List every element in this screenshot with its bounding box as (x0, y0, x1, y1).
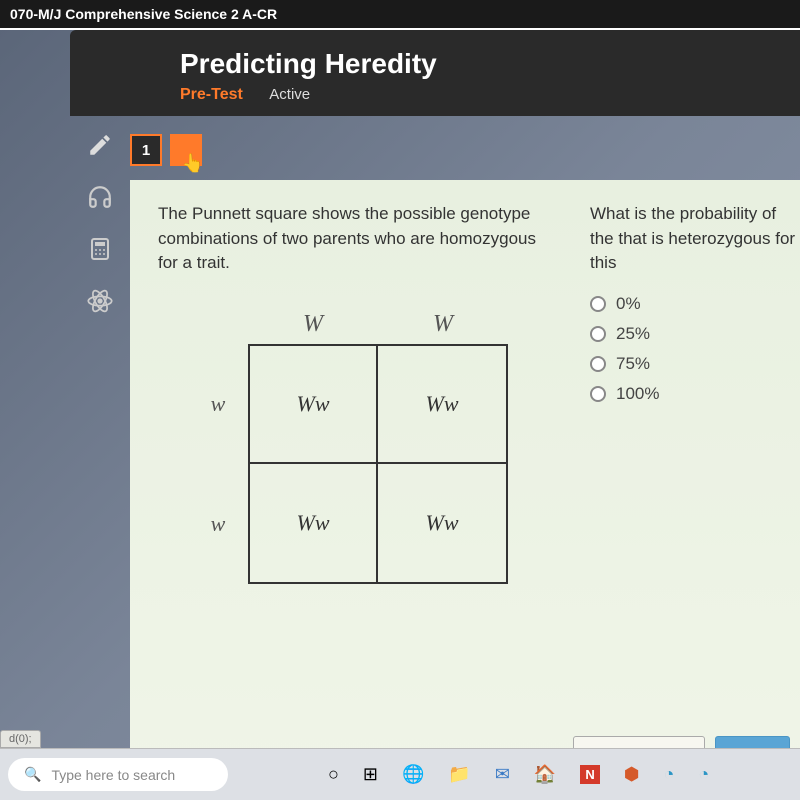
question-nav-1[interactable]: 1 (130, 134, 162, 166)
mail-icon[interactable]: ✉ (495, 764, 510, 785)
status-pill: d(0); (0, 730, 41, 748)
punnett-cell: Ww (248, 344, 378, 464)
option-2[interactable]: 75% (590, 354, 800, 374)
search-placeholder: Type here to search (51, 767, 175, 783)
circle-icon[interactable]: ○ (328, 764, 339, 785)
option-0[interactable]: 0% (590, 294, 800, 314)
course-title: 070-M/J Comprehensive Science 2 A-CR (10, 6, 277, 22)
lesson-status: Active (269, 86, 310, 103)
calculator-icon[interactable] (85, 234, 115, 264)
answer-block: What is the probability of the that is h… (590, 202, 800, 414)
option-label: 25% (616, 324, 650, 344)
atom-icon[interactable] (85, 286, 115, 316)
search-icon: 🔍 (24, 766, 41, 783)
radio-icon (590, 356, 606, 372)
punnett-side-allele: w (188, 391, 248, 417)
tool-sidebar (75, 130, 125, 316)
punnett-row: w Ww Ww (188, 464, 780, 584)
edge-icon[interactable]: 🌐 (402, 764, 424, 785)
taskbar-icons: ○ ⊞ 🌐 📁 ✉ 🏠 N ⬢ ◔ ◔ (328, 764, 709, 785)
radio-icon (590, 326, 606, 342)
radio-icon (590, 296, 606, 312)
course-title-bar: 070-M/J Comprehensive Science 2 A-CR (0, 0, 800, 30)
option-label: 0% (616, 294, 641, 314)
office-icon[interactable]: ⬢ (624, 764, 640, 785)
option-1[interactable]: 25% (590, 324, 800, 344)
punnett-top-allele: W (378, 311, 508, 344)
answer-prompt: What is the probability of the that is h… (590, 202, 800, 276)
radio-icon (590, 386, 606, 402)
option-label: 100% (616, 384, 659, 404)
lesson-title: Predicting Heredity (180, 48, 770, 80)
lesson-subtitle: Pre-Test (180, 86, 243, 104)
app-n-icon[interactable]: N (580, 765, 599, 784)
main-panel: Predicting Heredity Pre-Test Active (70, 30, 800, 116)
pencil-icon[interactable] (85, 130, 115, 160)
task-view-icon[interactable]: ⊞ (363, 764, 378, 785)
taskbar-search[interactable]: 🔍 Type here to search (8, 758, 228, 791)
headphones-icon[interactable] (85, 182, 115, 212)
store-icon[interactable]: 🏠 (534, 764, 556, 785)
answer-options: 0% 25% 75% 100% (590, 294, 800, 404)
question-nav-2[interactable]: 2 👆 (170, 134, 202, 166)
app-icon-2[interactable]: ◔ (698, 764, 709, 785)
punnett-top-allele: W (248, 311, 378, 344)
question-prompt: The Punnett square shows the possible ge… (158, 202, 548, 276)
windows-taskbar: 🔍 Type here to search ○ ⊞ 🌐 📁 ✉ 🏠 N ⬢ ◔ … (0, 748, 800, 800)
punnett-cell: Ww (248, 464, 378, 584)
app-icon-1[interactable]: ◔ (663, 764, 674, 785)
question-nav: 1 2 👆 (130, 134, 202, 166)
folder-icon[interactable]: 📁 (448, 764, 470, 785)
punnett-side-allele: w (188, 511, 248, 537)
option-label: 75% (616, 354, 650, 374)
question-content: The Punnett square shows the possible ge… (130, 180, 800, 800)
option-3[interactable]: 100% (590, 384, 800, 404)
cursor-hand-icon: 👆 (182, 153, 204, 174)
punnett-cell: Ww (378, 464, 508, 584)
punnett-cell: Ww (378, 344, 508, 464)
lesson-header: Predicting Heredity Pre-Test Active (70, 30, 800, 116)
